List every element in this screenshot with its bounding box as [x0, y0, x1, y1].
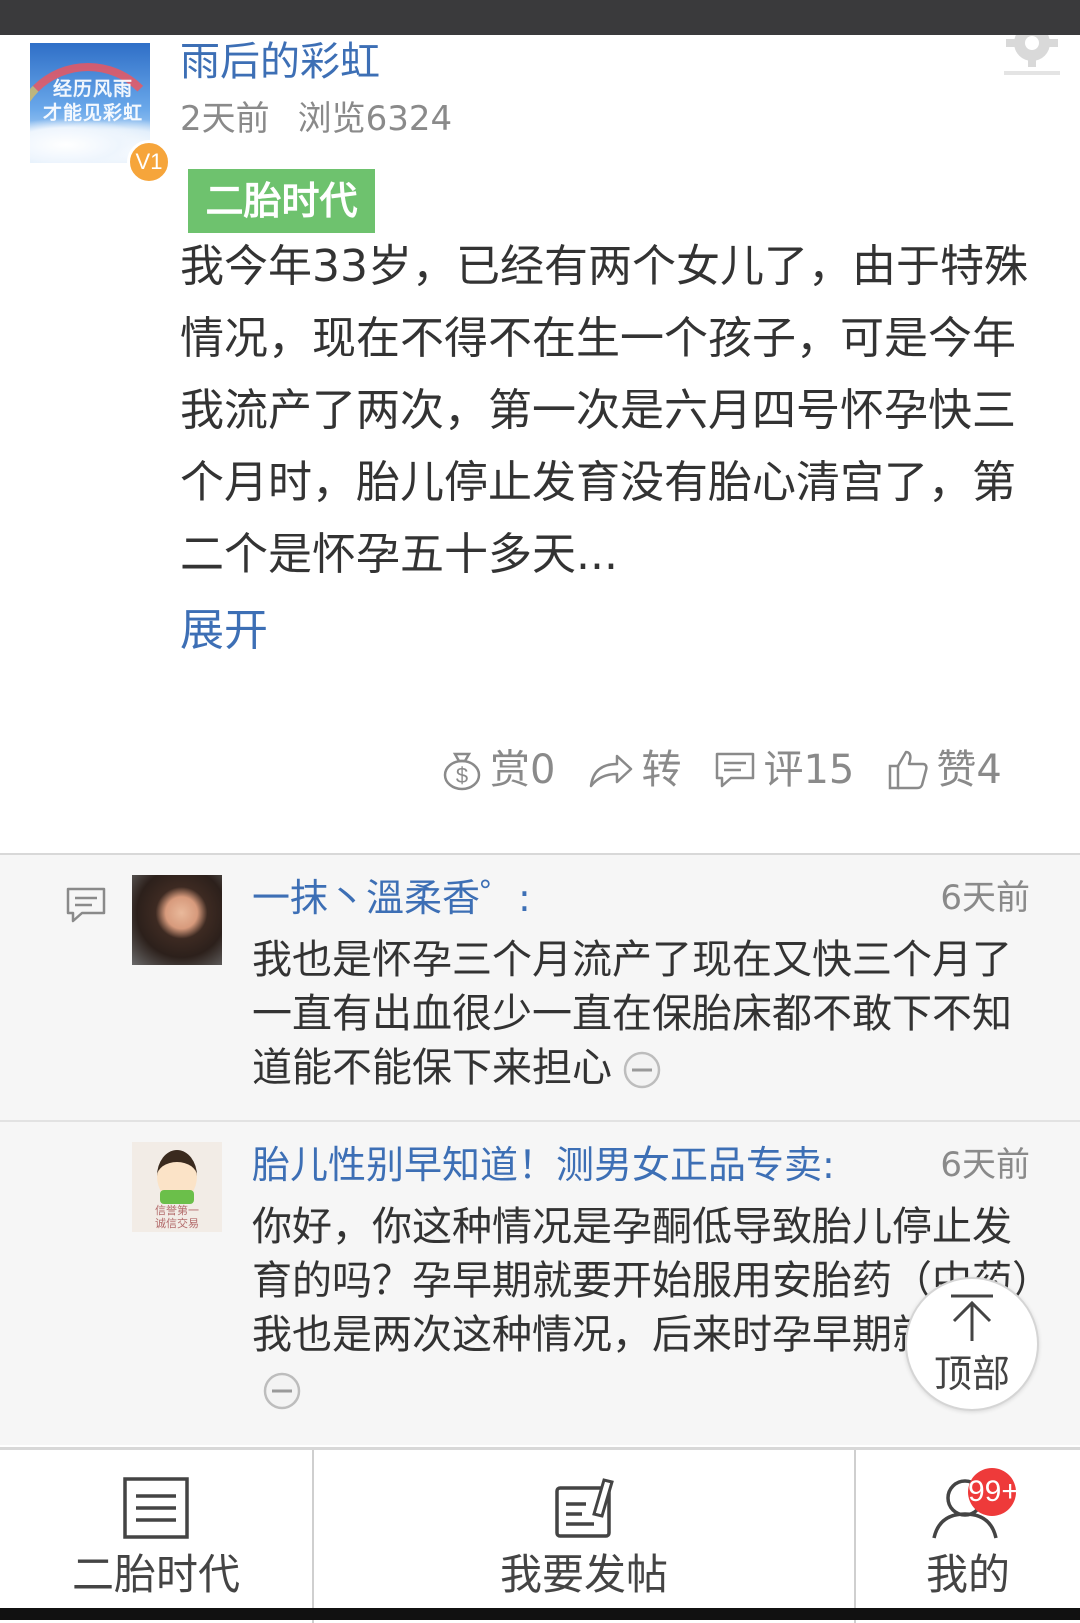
comment-section-icon	[66, 887, 106, 923]
reward-count: 赏0	[490, 747, 556, 793]
money-bag-icon: $	[443, 752, 481, 791]
collapse-icon[interactable]	[262, 1371, 302, 1411]
tab-topic[interactable]: 二胎时代	[0, 1450, 312, 1623]
tab-me[interactable]: 99+ 我的	[856, 1450, 1080, 1623]
reward-button[interactable]: $ 赏0	[440, 745, 555, 795]
commenter-avatar[interactable]: 信誉第一 诚信交易	[132, 1142, 222, 1232]
share-button[interactable]: 转	[587, 745, 681, 795]
post-time: 2天前	[180, 99, 270, 139]
tab-new-post[interactable]: 我要发帖	[314, 1450, 854, 1623]
tab-topic-label: 二胎时代	[71, 1550, 240, 1599]
compose-icon	[555, 1478, 614, 1538]
comment-item[interactable]: 一抹丶溫柔香゜: 6天前 我也是怀孕三个月流产了现在又快三个月了一直有出血很少一…	[0, 855, 1080, 1122]
comment-time: 6天前	[940, 1145, 1030, 1185]
like-count: 赞4	[936, 747, 1002, 793]
post-meta: 2天前 浏览6324	[180, 97, 452, 141]
thumbs-up-icon	[889, 750, 928, 790]
comment-time: 6天前	[940, 878, 1030, 918]
share-label: 转	[641, 747, 682, 793]
list-icon	[123, 1477, 189, 1539]
collapse-icon[interactable]	[622, 1050, 662, 1090]
tab-new-post-label: 我要发帖	[499, 1550, 668, 1599]
post-card: 经历风雨 才能见彩虹 V1 雨后的彩虹 2天前 浏览6324 二胎时代 我今年33…	[0, 35, 1080, 855]
comment-text: 我也是怀孕三个月流产了现在又快三个月了一直有出血很少一直在保胎床都不敢下不知道能…	[252, 933, 1032, 1095]
expand-link[interactable]: 展开	[180, 601, 268, 661]
share-icon	[590, 754, 633, 788]
like-button[interactable]: 赞4	[886, 745, 1002, 795]
comment-count: 评15	[763, 747, 855, 793]
arrow-up-icon	[951, 1294, 993, 1341]
svg-text:$: $	[456, 763, 468, 788]
back-to-top-button[interactable]: 顶部	[905, 1277, 1039, 1411]
avatar-caption: 经历风雨 才能见彩虹	[42, 78, 143, 124]
comment-button[interactable]: 评15	[713, 745, 854, 795]
bottom-tab-bar: 二胎时代 我要发帖 99+ 我的	[0, 1447, 1080, 1623]
post-body: 我今年33岁，已经有两个女儿了，由于特殊情况，现在不得不在生一个孩子，可是今年我…	[180, 241, 1028, 580]
topic-tag[interactable]: 二胎时代	[188, 169, 375, 233]
gear-icon[interactable]	[1004, 35, 1060, 75]
avatar-caption: 信誉第一 诚信交易	[155, 1204, 199, 1230]
author-name[interactable]: 雨后的彩虹	[180, 37, 380, 87]
commenter-name[interactable]: 胎儿性别早知道！测男女正品专卖:	[252, 1140, 835, 1190]
status-bar	[0, 0, 1080, 35]
notification-badge: 99+	[968, 1468, 1019, 1516]
post-actions: $ 赏0 转 评15 赞4	[440, 740, 1060, 800]
comment-icon	[716, 752, 755, 788]
tab-me-label: 我的	[925, 1550, 1010, 1599]
level-badge: V1	[127, 140, 171, 184]
post-views: 浏览6324	[297, 99, 453, 139]
system-nav-bar	[0, 1608, 1080, 1620]
back-to-top-label: 顶部	[933, 1352, 1010, 1396]
commenter-name[interactable]: 一抹丶溫柔香゜:	[252, 873, 531, 923]
cartoon-body	[160, 1190, 194, 1204]
author-avatar[interactable]: 经历风雨 才能见彩虹	[30, 43, 150, 163]
commenter-avatar[interactable]	[132, 875, 222, 965]
